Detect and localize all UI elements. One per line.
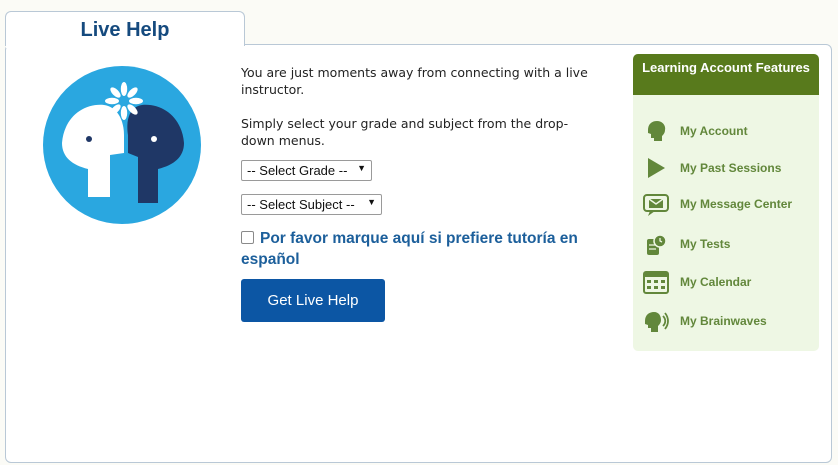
sidebar-item-label: My Message Center: [680, 197, 793, 211]
sidebar-item-label: My Tests: [680, 237, 731, 251]
get-live-help-button[interactable]: Get Live Help: [241, 279, 385, 322]
intro-line-1: You are just moments away from connectin…: [241, 65, 588, 97]
spanish-option: Por favor marque aquí si prefiere tutorí…: [241, 228, 621, 270]
sidebar-item-label: My Past Sessions: [680, 161, 782, 175]
play-icon: [648, 158, 665, 178]
sidebar-item-my-past-sessions[interactable]: My Past Sessions: [643, 155, 813, 181]
intro-line-2: Simply select your grade and subject fro…: [241, 116, 569, 148]
live-help-logo: [43, 66, 201, 224]
subject-select-value: -- Select Subject --: [247, 197, 355, 212]
sidebar-item-my-tests[interactable]: My Tests: [643, 231, 813, 257]
spanish-checkbox[interactable]: [241, 231, 254, 244]
dropdown-arrow-icon: ▼: [367, 197, 376, 207]
envelope-icon: [643, 194, 669, 216]
brainwaves-icon: [645, 312, 669, 332]
tab-live-help[interactable]: Live Help: [5, 11, 245, 46]
test-icon: [647, 234, 667, 255]
sidebar-item-label: My Account: [680, 124, 748, 138]
sidebar-item-label: My Brainwaves: [680, 314, 767, 328]
sidebar-item-my-account[interactable]: My Account: [643, 118, 813, 144]
sidebar-item-my-calendar[interactable]: My Calendar: [643, 269, 813, 295]
features-title: Learning Account Features: [633, 54, 819, 95]
learning-account-features: Learning Account Features My Account My …: [633, 54, 819, 351]
tab-border-cover: [6, 42, 242, 48]
spanish-checkbox-label[interactable]: Por favor marque aquí si prefiere tutorí…: [241, 230, 578, 268]
sidebar-item-label: My Calendar: [680, 275, 752, 289]
grade-select[interactable]: -- Select Grade -- ▼: [241, 160, 372, 181]
subject-select[interactable]: -- Select Subject -- ▼: [241, 194, 382, 215]
intro-text: You are just moments away from connectin…: [241, 64, 601, 166]
sidebar-item-my-message-center[interactable]: My Message Center: [643, 191, 813, 217]
dropdown-arrow-icon: ▼: [357, 163, 366, 173]
calendar-icon: [643, 271, 669, 294]
sidebar-item-my-brainwaves[interactable]: My Brainwaves: [643, 308, 813, 334]
grade-select-value: -- Select Grade --: [247, 163, 348, 178]
head-icon: [648, 121, 666, 141]
tab-title: Live Help: [80, 19, 170, 41]
